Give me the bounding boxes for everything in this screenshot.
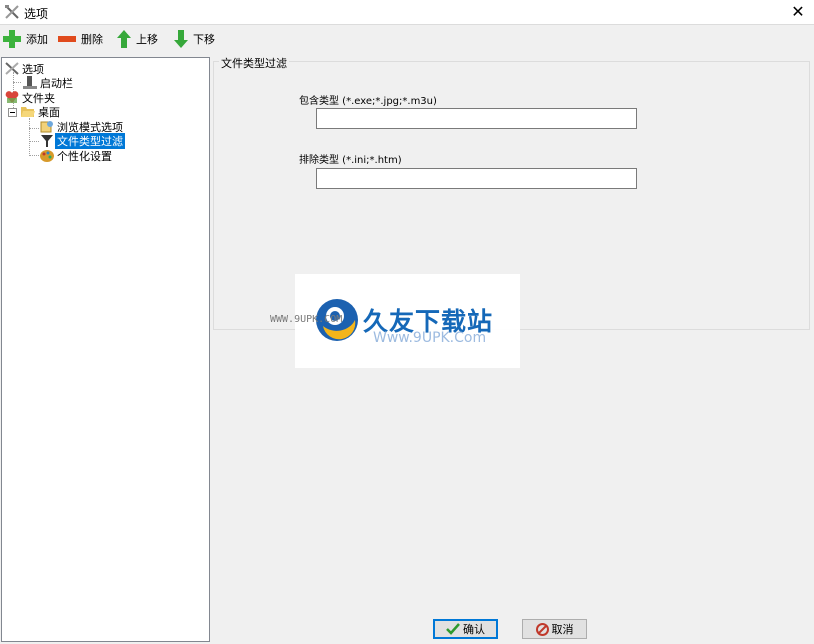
- delete-label: 删除: [81, 33, 103, 46]
- tree-item-file-type-filter[interactable]: 文件类型过滤: [39, 132, 125, 149]
- tree-line: [29, 118, 31, 156]
- tree-line: [29, 128, 39, 130]
- group-title: 文件类型过滤: [219, 55, 289, 71]
- arrow-up-icon: [117, 30, 131, 48]
- close-button[interactable]: ✕: [782, 0, 814, 24]
- tree-line: [29, 141, 39, 143]
- tree-item-label: 个性化设置: [57, 149, 112, 163]
- minus-icon: [58, 36, 76, 42]
- watermark-url-right: Www.9UPK.Com: [373, 330, 487, 346]
- cancel-label: 取消: [551, 623, 574, 636]
- tree-item-label: 桌面: [38, 105, 60, 119]
- ok-button[interactable]: 确认: [433, 619, 498, 639]
- window-title: 选项: [24, 7, 49, 21]
- add-label: 添加: [26, 33, 48, 46]
- cancel-circle-icon: [535, 622, 549, 636]
- tree-item-desktop[interactable]: 桌面: [20, 104, 62, 119]
- tree-item-startup-bar[interactable]: 启动栏: [22, 75, 75, 90]
- title-bar: 选项 ✕: [0, 0, 814, 25]
- tree-item-label: 启动栏: [40, 76, 73, 90]
- cancel-button[interactable]: 取消: [522, 619, 587, 639]
- checkmark-icon: [446, 623, 460, 635]
- plus-icon: [3, 30, 21, 48]
- tools-icon: [4, 61, 20, 76]
- watermark-url-left: WWW.9UPK.COM: [270, 314, 343, 325]
- filter-funnel-icon: [39, 133, 55, 148]
- options-tree[interactable]: 选项 启动栏 文件夹 桌面 浏览模式选项 文件类型过滤 个性化设置: [1, 57, 210, 642]
- move-down-button[interactable]: 下移: [173, 28, 215, 50]
- folder-heart-icon: [4, 90, 20, 105]
- move-up-label: 上移: [136, 33, 158, 46]
- palette-icon: [39, 148, 55, 163]
- add-button[interactable]: 添加: [2, 28, 48, 50]
- taskbar-icon: [22, 75, 38, 90]
- tree-item-label: 文件类型过滤: [55, 132, 125, 149]
- watermark: WWW.9UPK.COM 久友下载站 Www.9UPK.Com: [270, 274, 520, 368]
- delete-button[interactable]: 删除: [57, 28, 103, 50]
- toolbar: 添加 删除 上移 下移: [0, 26, 814, 52]
- collapse-icon[interactable]: [8, 108, 17, 117]
- ok-label: 确认: [463, 623, 485, 636]
- exclude-types-input[interactable]: [316, 168, 637, 189]
- tree-item-personalize[interactable]: 个性化设置: [39, 148, 114, 163]
- exclude-types-label: 排除类型 (*.ini;*.htm): [299, 155, 402, 166]
- options-app-icon: [4, 4, 20, 20]
- move-down-label: 下移: [193, 33, 215, 46]
- browse-mode-icon: [39, 119, 55, 134]
- arrow-down-icon: [174, 30, 188, 48]
- include-types-input[interactable]: [316, 108, 637, 129]
- tree-line: [13, 82, 21, 84]
- folder-open-icon: [20, 104, 36, 119]
- include-types-label: 包含类型 (*.exe;*.jpg;*.m3u): [299, 96, 437, 107]
- tree-line: [29, 155, 39, 157]
- move-up-button[interactable]: 上移: [116, 28, 158, 50]
